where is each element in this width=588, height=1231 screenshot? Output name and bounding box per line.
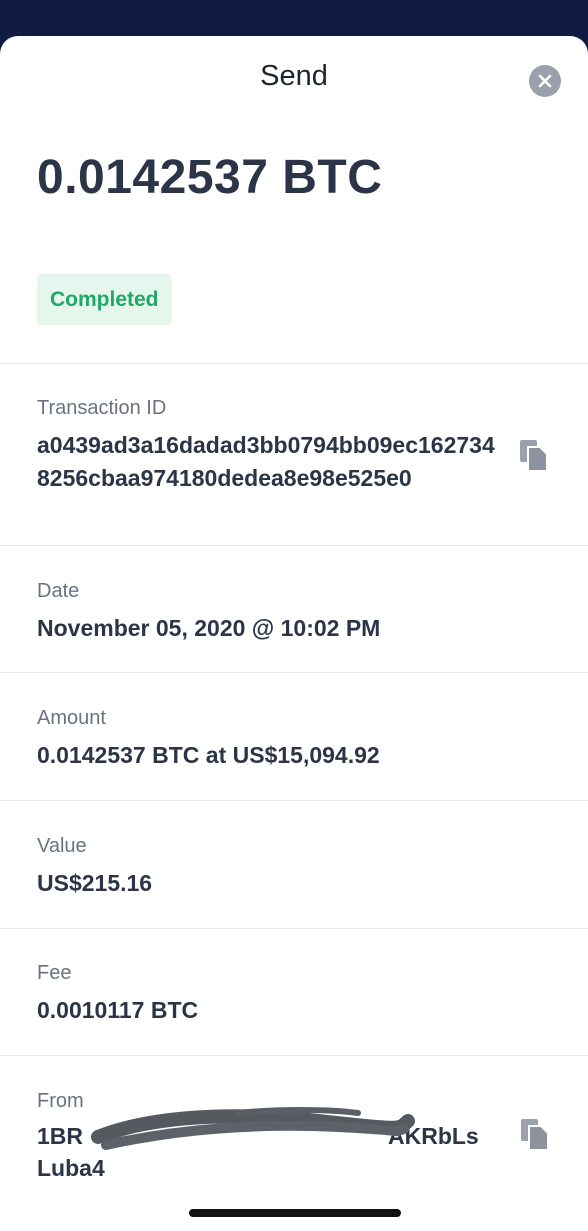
txid-value: a0439ad3a16dadad3bb0794bb09ec1627348256c…: [37, 432, 495, 491]
sheet-header: Send: [0, 36, 588, 126]
date-label: Date: [37, 580, 80, 602]
copy-from-button[interactable]: [519, 1117, 551, 1153]
home-indicator: [189, 1209, 401, 1217]
redaction-scribble: [91, 1107, 415, 1150]
value-amount: US$215.16: [37, 870, 153, 896]
status-badge: Completed: [37, 274, 172, 325]
divider: [0, 928, 588, 929]
close-icon: [538, 74, 552, 88]
from-label: From: [37, 1090, 84, 1112]
date-value: November 05, 2020 @ 10:02 PM: [37, 615, 381, 641]
transaction-amount: 0.0142537 BTC: [37, 151, 383, 204]
send-details-sheet: Send 0.0142537 BTC Completed Transaction…: [0, 36, 588, 1231]
copy-txid-button[interactable]: [518, 438, 550, 474]
amount-label: Amount: [37, 707, 106, 729]
divider: [0, 1055, 588, 1056]
from-address-start: 1BR: [37, 1123, 84, 1149]
amount-value: 0.0142537 BTC at US$15,094.92: [37, 742, 380, 768]
divider: [0, 800, 588, 801]
fee-value: 0.0010117 BTC: [37, 997, 199, 1023]
divider: [0, 545, 588, 546]
fee-label: Fee: [37, 962, 72, 984]
copy-icon: [521, 1119, 549, 1151]
close-button[interactable]: [529, 65, 561, 97]
divider: [0, 672, 588, 673]
divider: [0, 363, 588, 364]
txid-label: Transaction ID: [37, 397, 167, 419]
copy-icon: [520, 440, 548, 472]
value-label: Value: [37, 835, 87, 857]
sheet-title: Send: [260, 60, 328, 92]
